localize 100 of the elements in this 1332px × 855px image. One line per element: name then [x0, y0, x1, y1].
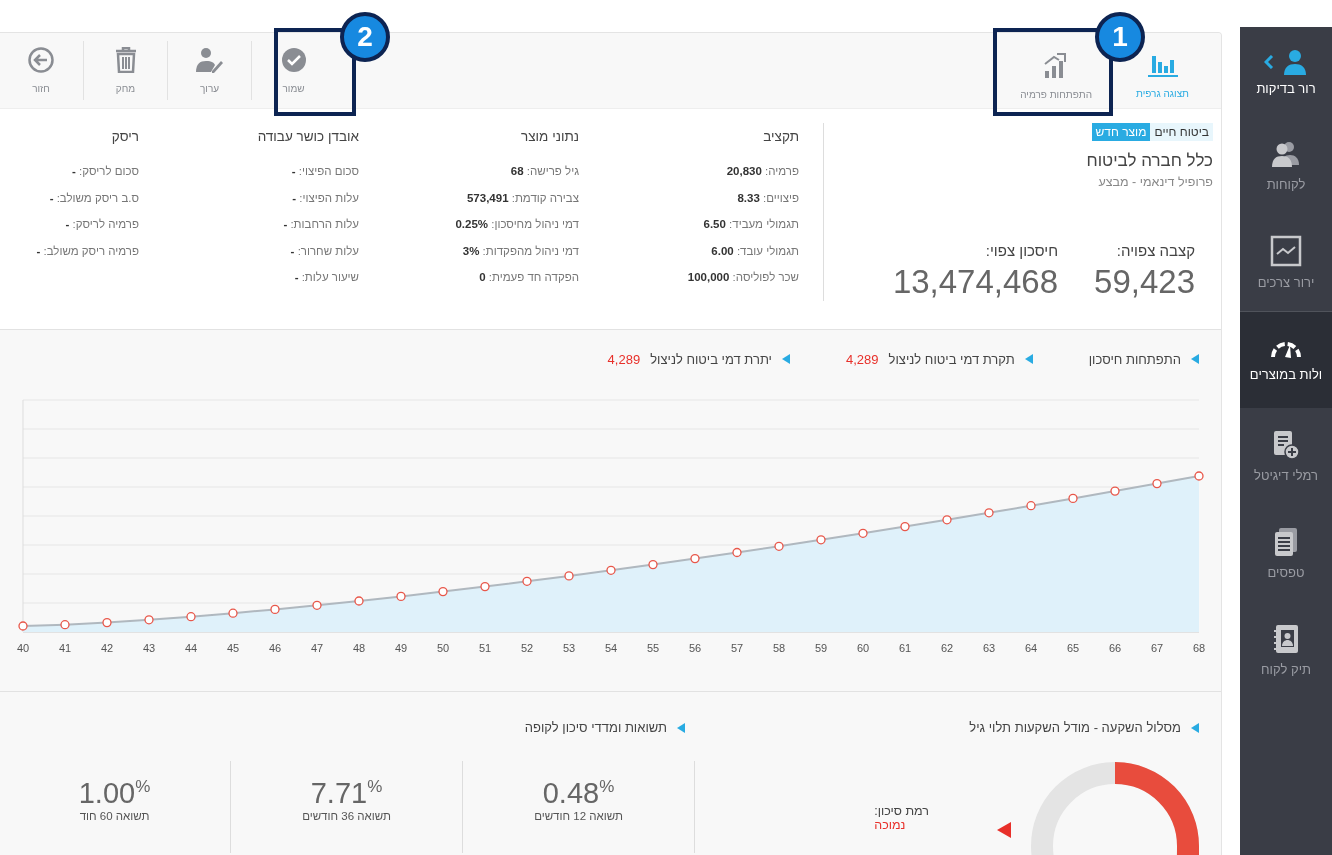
field-text: עלות הרחבות: - — [283, 217, 359, 232]
data-point — [60, 620, 70, 630]
data-point — [564, 571, 574, 581]
return-label: תשואה 12 חודשים — [534, 810, 623, 822]
axis-label: 66 — [1108, 642, 1122, 654]
stat-value: 59,423 — [1094, 263, 1195, 301]
field-text: סכום לריסק: - — [72, 164, 139, 179]
toolbar-button[interactable]: מחק — [83, 41, 167, 100]
data-point — [522, 576, 532, 586]
return-value: 7.71$^{%}$ — [310, 777, 383, 810]
company-name: כלל חברה לביטוח — [1085, 151, 1213, 171]
trash-icon — [114, 47, 137, 73]
bullet-icon — [1191, 722, 1199, 733]
bullet-icon — [1191, 354, 1199, 364]
tag-label: ביטוח חיים — [1150, 123, 1213, 141]
axis-label: 53 — [562, 642, 576, 654]
data-point — [354, 596, 364, 606]
axis-label: 65 — [1066, 642, 1080, 654]
sidebar-header-label: רור בדיקות — [1256, 80, 1316, 96]
bullet-icon — [1024, 354, 1033, 364]
section-title: מסלול השקעה - מודל השקעות תלוי גיל — [969, 720, 1181, 735]
data-point — [732, 547, 742, 558]
column-title: ריסק — [110, 129, 139, 144]
axis-label: 54 — [604, 642, 618, 654]
toolbar-button[interactable]: שמור — [251, 41, 335, 100]
document-plus-icon — [1272, 430, 1300, 460]
risk-value: נמוכה — [874, 818, 906, 832]
data-point — [984, 508, 994, 518]
stat-value: 13,474,468 — [892, 263, 1059, 301]
axis-label: 48 — [352, 642, 366, 654]
return-label: תשואה 60 חוד — [79, 810, 150, 822]
axis-label: 63 — [982, 642, 996, 654]
data-point — [1152, 478, 1162, 489]
sidebar-item[interactable]: ירור צרכים — [1240, 214, 1332, 311]
data-point — [396, 591, 406, 602]
field-text: פרמיה ריסק משולב: - — [36, 243, 139, 258]
data-point — [1194, 471, 1204, 481]
profile-name: פרופיל דינאמי - מבצע — [1097, 175, 1213, 189]
field-text: ס.ב ריסק משולב: - — [49, 190, 139, 205]
axis-label: 57 — [730, 642, 744, 654]
data-point — [1026, 501, 1036, 511]
axis-label: 52 — [520, 642, 534, 654]
data-point — [900, 521, 910, 532]
sidebar-item[interactable]: לקוחות — [1240, 117, 1332, 214]
axis-label: 45 — [226, 642, 240, 654]
axis-label: 56 — [688, 642, 702, 654]
column-title: תקציב — [762, 129, 799, 144]
field-text: שיעור עלות: - — [294, 270, 359, 285]
data-point — [270, 604, 280, 615]
data-point — [18, 621, 28, 631]
person-pencil-icon — [195, 47, 224, 73]
sidebar-item[interactable]: ולות במוצרים — [1240, 311, 1332, 408]
data-point — [144, 615, 154, 625]
line-chart-icon — [1270, 235, 1302, 267]
axis-label: 42 — [100, 642, 114, 654]
axis-label: 68 — [1192, 642, 1206, 654]
axis-label: 51 — [478, 642, 492, 654]
return-label: תשואה 36 חודשים — [302, 810, 391, 822]
data-point — [480, 581, 490, 592]
axis-label: 55 — [646, 642, 660, 654]
stat-label: קצבה צפויה: — [1116, 242, 1195, 259]
data-point — [102, 617, 112, 628]
data-point — [186, 612, 196, 622]
data-point — [690, 553, 700, 564]
chevron-icon[interactable] — [1264, 54, 1274, 69]
sidebar-item[interactable]: רמלי דיגיטל — [1240, 408, 1332, 505]
risk-label: רמת סיכון: — [874, 804, 929, 818]
person-icon — [1282, 48, 1308, 75]
bullet-icon — [782, 354, 790, 364]
sidebar-item[interactable]: תיק לקוח — [1240, 602, 1332, 699]
axis-label: 50 — [436, 642, 450, 654]
data-point — [606, 565, 616, 575]
axis-label: 64 — [1024, 642, 1038, 654]
people-icon — [1271, 139, 1301, 169]
axis-label: 47 — [310, 642, 324, 654]
toolbar-button[interactable]: חזור — [0, 41, 83, 100]
field-text: סכום הפיצוי: - — [291, 164, 359, 179]
sidebar-item[interactable]: טפסים — [1240, 505, 1332, 602]
tag-label: מוצר חדש — [1091, 123, 1151, 141]
axis-label: 67 — [1150, 642, 1164, 654]
data-point — [312, 600, 322, 610]
section-title: תשואות ומדדי סיכון לקופה — [524, 720, 667, 735]
axis-label: 44 — [184, 642, 198, 654]
axis-label: 60 — [856, 642, 870, 654]
column-title: נתוני מוצר — [520, 129, 579, 144]
data-point — [1110, 486, 1120, 496]
data-point — [816, 535, 826, 545]
field-text: עלות שחרור: - — [290, 243, 359, 258]
axis-label: 61 — [898, 642, 912, 654]
axis-label: 41 — [58, 642, 72, 654]
toolbar-button[interactable]: ערוך — [167, 41, 251, 100]
axis-label: 46 — [268, 642, 282, 654]
data-point — [1068, 493, 1078, 504]
axis-label: 43 — [142, 642, 156, 654]
pointer-icon — [997, 822, 1011, 838]
stat-label: חיסכון צפוי: — [985, 242, 1059, 259]
data-point — [774, 541, 784, 551]
legend-value: 4,289 — [607, 351, 641, 367]
axis-label: 58 — [772, 642, 786, 654]
legend-label: התפתחות חיסכון — [1088, 351, 1181, 367]
